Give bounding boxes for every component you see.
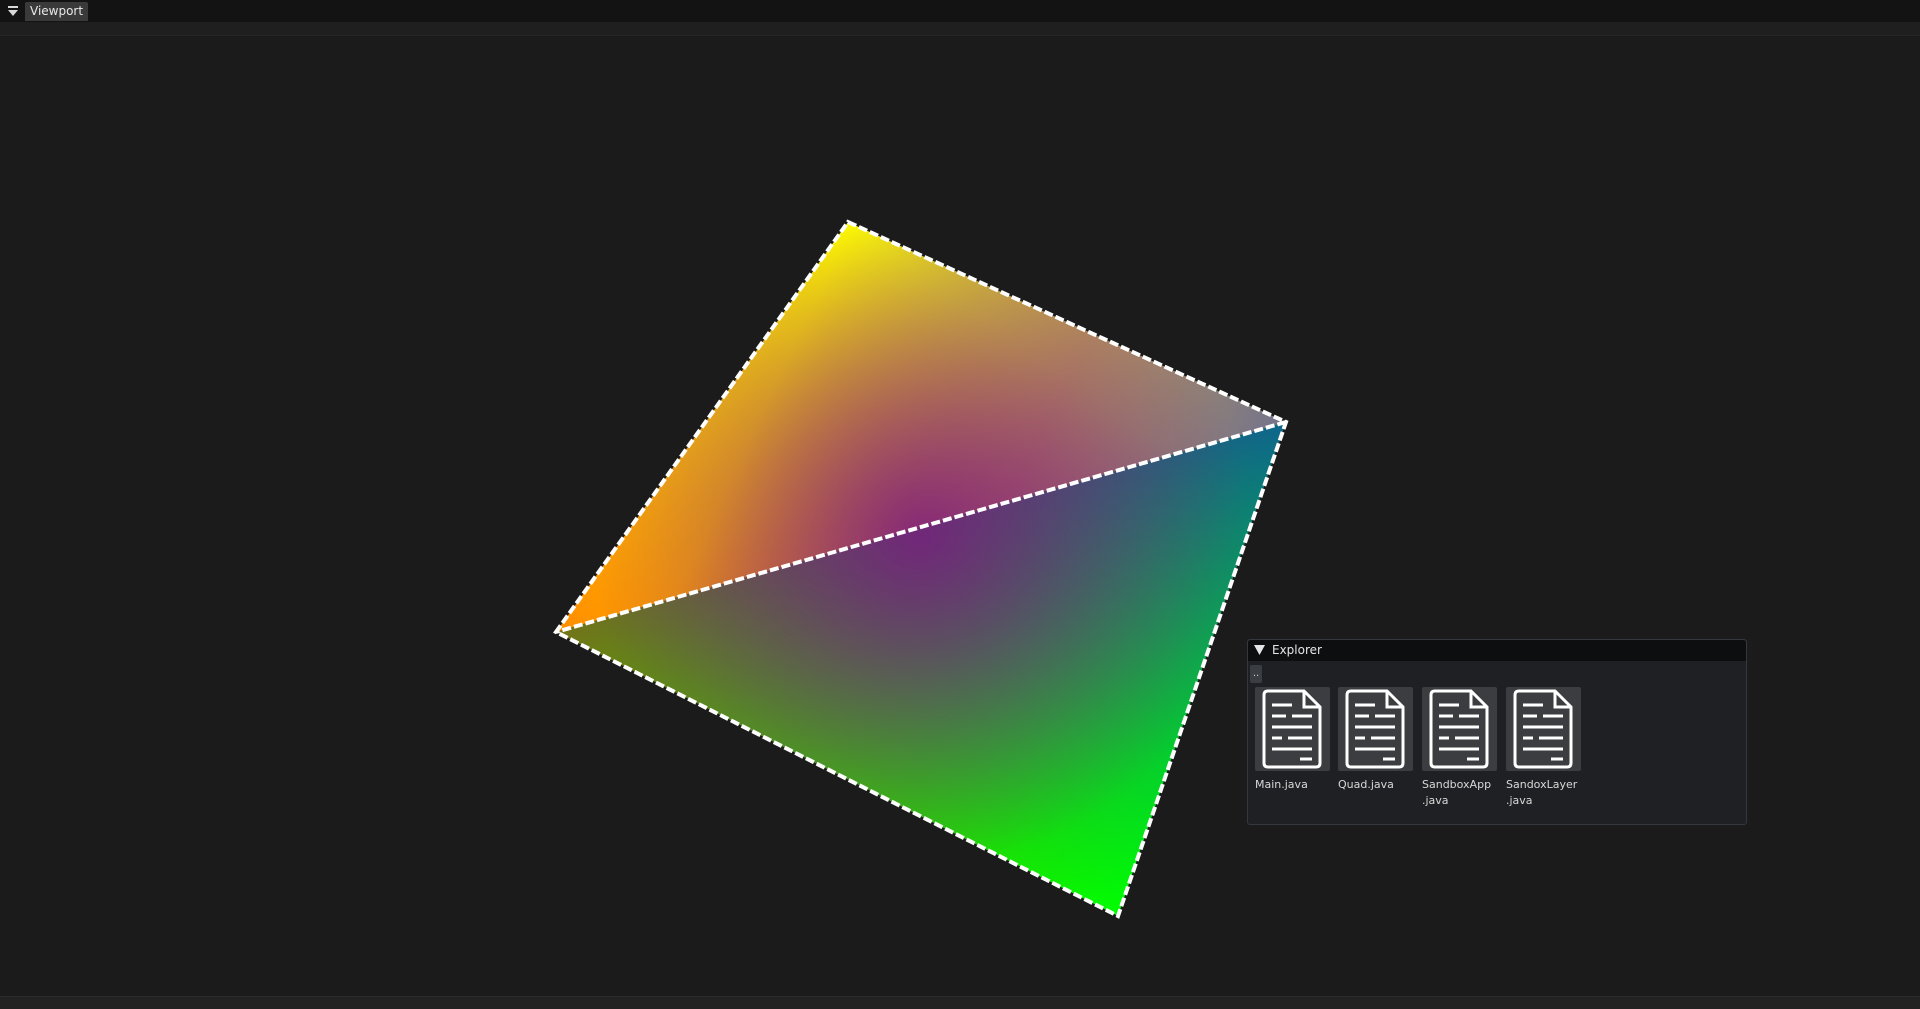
file-name: SandboxApp .java	[1422, 778, 1492, 807]
document-icon	[1513, 689, 1572, 769]
file-thumbnail[interactable]	[1255, 687, 1330, 771]
tab-viewport[interactable]: Viewport	[25, 2, 89, 21]
dropdown-triangle-icon	[8, 6, 18, 16]
file-item-sandboxapp-java[interactable]: SandboxApp .java	[1422, 687, 1500, 809]
gradient-quad	[556, 222, 1286, 916]
parent-directory-button[interactable]: ..	[1250, 665, 1262, 683]
collapse-triangle-icon[interactable]	[1254, 645, 1265, 655]
tab-underline-strip	[0, 22, 1920, 36]
explorer-panel: Explorer .. Main.java Quad.java SandboxA…	[1247, 639, 1747, 825]
file-name: Main.java	[1255, 778, 1308, 791]
window-menu-button[interactable]	[4, 2, 22, 20]
tab-bar: Viewport	[0, 0, 1920, 23]
file-item-main-java[interactable]: Main.java	[1255, 687, 1333, 793]
explorer-title: Explorer	[1272, 643, 1322, 657]
file-thumbnail[interactable]	[1422, 687, 1497, 771]
file-item-sandoxlayer-java[interactable]: SandoxLayer .java	[1506, 687, 1584, 809]
file-thumbnail[interactable]	[1506, 687, 1581, 771]
document-icon	[1345, 689, 1404, 769]
viewport-canvas[interactable]	[0, 36, 1920, 996]
file-name: Quad.java	[1338, 778, 1394, 791]
status-strip	[0, 996, 1920, 1009]
file-item-quad-java[interactable]: Quad.java	[1338, 687, 1416, 793]
application-window: Viewport Explorer .. Main.java Quad.java…	[0, 0, 1920, 1009]
viewport-panel[interactable]	[0, 36, 1920, 996]
file-thumbnail[interactable]	[1338, 687, 1413, 771]
explorer-header[interactable]: Explorer	[1248, 640, 1746, 661]
document-icon	[1262, 689, 1321, 769]
document-icon	[1429, 689, 1488, 769]
file-name: SandoxLayer .java	[1506, 778, 1578, 807]
